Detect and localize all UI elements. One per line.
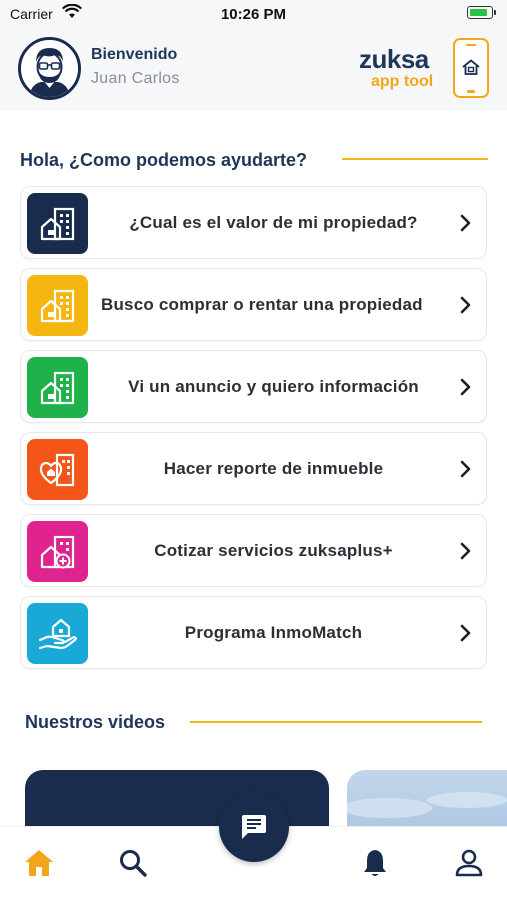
building-icon	[40, 207, 75, 241]
user-name: Juan Carlos	[91, 70, 180, 87]
tile-report-property	[27, 439, 88, 500]
menu-item-label: ¿Cual es el valor de mi propiedad?	[129, 212, 418, 232]
menu-item-label: Busco comprar o rentar una propiedad	[101, 294, 423, 314]
videos-divider	[190, 721, 482, 723]
chevron-right-icon	[460, 296, 471, 314]
hand-house-icon	[38, 618, 77, 650]
tile-inmomatch	[27, 603, 88, 664]
phone-house-icon	[453, 38, 489, 98]
logo-brand: zuksa	[359, 44, 429, 74]
battery-icon	[467, 6, 496, 19]
tile-ad-info	[27, 357, 88, 418]
status-bar: Carrier 10:26 PM	[0, 0, 507, 26]
user-icon	[455, 849, 483, 877]
chevron-right-icon	[460, 214, 471, 232]
menu-item-label: Vi un anuncio y quiero información	[128, 376, 419, 396]
help-heading: Hola, ¿Como podemos ayudarte?	[20, 150, 308, 170]
videos-heading: Nuestros videos	[25, 712, 166, 732]
tab-search[interactable]	[115, 845, 151, 881]
home-icon	[25, 850, 53, 876]
tile-property-value	[27, 193, 88, 254]
logo-subtitle: app tool	[371, 73, 434, 90]
menu-item-label: Hacer reporte de inmueble	[163, 458, 384, 478]
header: Bienvenido Juan Carlos zuksa app tool	[0, 26, 507, 110]
menu-item-label: Cotizar servicios zuksaplus+	[154, 540, 393, 560]
menu-item-property-value[interactable]: ¿Cual es el valor de mi propiedad?	[20, 186, 487, 259]
building-icon	[40, 371, 75, 405]
menu-item-buy-rent[interactable]: Busco comprar o rentar una propiedad	[20, 268, 487, 341]
help-menu: ¿Cual es el valor de mi propiedad? Busco…	[20, 186, 487, 678]
heading-divider	[342, 158, 488, 160]
menu-item-quote-services[interactable]: Cotizar servicios zuksaplus+	[20, 514, 487, 587]
search-icon	[120, 850, 147, 877]
chevron-right-icon	[460, 460, 471, 478]
chevron-right-icon	[460, 624, 471, 642]
building-icon	[40, 289, 75, 323]
tile-buy-rent	[27, 275, 88, 336]
chat-button[interactable]	[219, 792, 289, 862]
tab-notifications[interactable]	[357, 845, 393, 881]
avatar[interactable]	[18, 37, 81, 100]
chevron-right-icon	[460, 542, 471, 560]
tab-profile[interactable]	[451, 845, 487, 881]
tab-home[interactable]	[21, 845, 57, 881]
menu-item-inmomatch[interactable]: Programa InmoMatch	[20, 596, 487, 669]
greeting-text: Bienvenido	[91, 46, 178, 63]
bell-icon	[364, 850, 386, 876]
chat-icon	[242, 815, 266, 839]
zuksa-logo: zuksa app tool	[359, 36, 489, 100]
clock: 10:26 PM	[220, 6, 287, 23]
tile-quote-services	[27, 521, 88, 582]
building-heart-icon	[39, 453, 75, 487]
menu-item-ad-info[interactable]: Vi un anuncio y quiero información	[20, 350, 487, 423]
chevron-right-icon	[460, 378, 471, 396]
building-plus-icon	[40, 535, 75, 569]
menu-item-report-property[interactable]: Hacer reporte de inmueble	[20, 432, 487, 505]
menu-item-label: Programa InmoMatch	[184, 622, 363, 642]
